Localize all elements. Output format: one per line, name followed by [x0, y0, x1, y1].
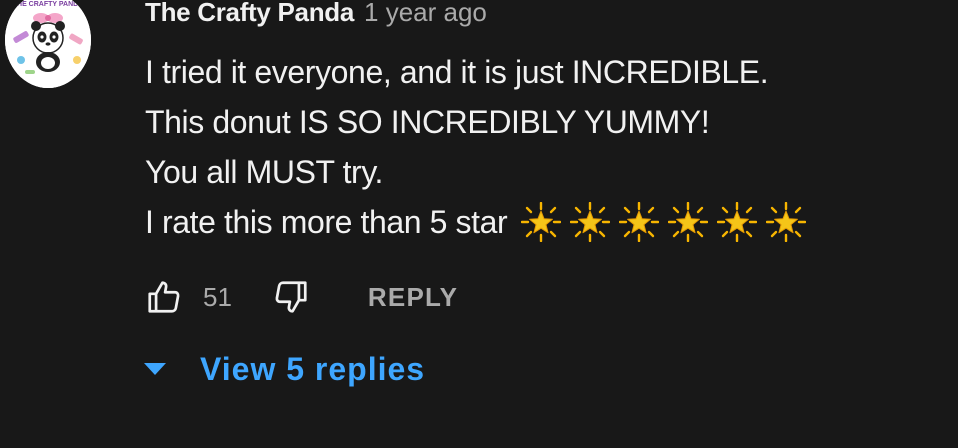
comment-line: You all MUST try.: [145, 147, 945, 197]
like-count: 51: [203, 281, 232, 312]
comment-line-text: I tried it everyone, and it is just INCR…: [145, 54, 769, 90]
comment-line-text: This donut IS SO INCREDIBLY YUMMY!: [145, 104, 710, 140]
thumbs-up-icon: [148, 281, 180, 313]
panda-logo-icon: THE CRAFTY PANDA: [5, 0, 91, 88]
comment-line: This donut IS SO INCREDIBLY YUMMY!: [145, 97, 945, 147]
glowing-star-icon: [619, 202, 660, 242]
avatar-logo-text: THE CRAFTY PANDA: [13, 1, 84, 8]
reply-button[interactable]: REPLY: [368, 282, 458, 313]
glowing-star-icon: [521, 202, 562, 242]
glowing-star-icon: [766, 202, 807, 242]
caret-down-icon: [143, 357, 167, 381]
glowing-star-icon: [717, 202, 758, 242]
comment-timestamp[interactable]: 1 year ago: [364, 0, 487, 28]
author-name[interactable]: The Crafty Panda: [145, 0, 354, 28]
thumbs-down-icon: [275, 281, 307, 313]
comment-action-bar: 51 REPLY: [145, 277, 458, 317]
like-button[interactable]: [145, 278, 183, 316]
glowing-star-icon: [668, 202, 709, 242]
avatar[interactable]: THE CRAFTY PANDA: [5, 0, 91, 88]
comment-line: I rate this more than 5 star: [145, 197, 945, 247]
comment-line-text: I rate this more than 5 star: [145, 204, 508, 240]
comment-line: I tried it everyone, and it is just INCR…: [145, 47, 945, 97]
glowing-star-icon: [570, 202, 611, 242]
comment-header: The Crafty Panda 1 year ago: [145, 0, 487, 29]
view-replies-button[interactable]: View 5 replies: [143, 347, 425, 391]
dislike-button[interactable]: [272, 278, 310, 316]
comment-text: I tried it everyone, and it is just INCR…: [145, 47, 945, 247]
star-emoji-group: [521, 202, 807, 242]
view-replies-label: View 5 replies: [200, 350, 426, 387]
comment-line-text: You all MUST try.: [145, 154, 384, 190]
